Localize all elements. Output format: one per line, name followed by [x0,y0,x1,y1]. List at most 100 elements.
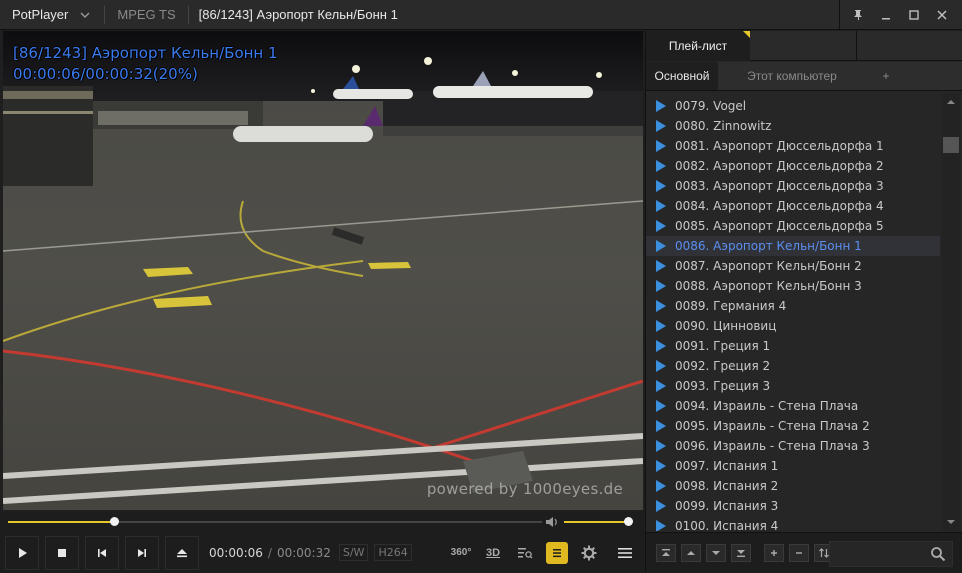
move-top-button[interactable] [656,544,676,562]
previous-button[interactable] [85,535,119,570]
plus-icon [771,550,777,556]
playlist-item-label: 0083. Аэропорт Дюссельдорфа 3 [675,179,884,193]
playlist-item[interactable]: 0082. Аэропорт Дюссельдорфа 2 [646,156,940,176]
playlist-item[interactable]: 0099. Испания 3 [646,496,940,516]
settings-button[interactable] [578,542,600,564]
add-tab-button[interactable]: + [866,62,906,90]
vr-360-button[interactable]: 360° [450,542,472,564]
menu-button[interactable] [614,542,636,564]
playlist-item[interactable]: 0090. Цинновиц [646,316,940,336]
window-title: [86/1243] Аэропорт Кельн/Бонн 1 [198,7,398,22]
play-icon [656,300,666,312]
play-icon [656,340,666,352]
playlist-scrollbar[interactable] [942,93,960,531]
eject-button[interactable] [165,535,199,570]
minimize-icon [882,18,890,20]
playlist-item[interactable]: 0087. Аэропорт Кельн/Бонн 2 [646,256,940,276]
playlist-item[interactable]: 0092. Греция 2 [646,356,940,376]
chapters-button[interactable] [514,542,536,564]
app-menu-button[interactable]: PotPlayer [0,0,100,30]
stop-button[interactable] [45,535,79,570]
playlist-item[interactable]: 0088. Аэропорт Кельн/Бонн 3 [646,276,940,296]
eject-icon [177,548,187,557]
search-input[interactable] [836,546,926,564]
playlist-item[interactable]: 0098. Испания 2 [646,476,940,496]
playlist-item-label: 0079. Vogel [675,99,747,113]
osd-time: 00:00:06/00:00:32(20%) [13,65,198,83]
tab-playlist[interactable]: Плей-лист [646,31,750,61]
play-icon [656,240,666,252]
video-area[interactable]: [86/1243] Аэропорт Кельн/Бонн 1 00:00:06… [3,31,643,510]
title-bar: PotPlayer MPEG TS [86/1243] Аэропорт Кел… [0,0,962,30]
chevron-down-icon [80,12,90,18]
scroll-down-icon[interactable] [946,517,956,527]
time-display[interactable]: 00:00:06 / 00:00:32 [209,546,331,560]
volume-icon[interactable] [545,516,559,528]
codec-badge[interactable]: H264 [374,544,412,561]
subtab-this-computer[interactable]: Этот компьютер [718,62,866,90]
vr-360-label: 360° [450,547,472,558]
playlist-item[interactable]: 0089. Германия 4 [646,296,940,316]
seek-handle[interactable] [110,517,120,526]
playlist-item[interactable]: 0096. Израиль - Стена Плача 3 [646,436,940,456]
playlist-item[interactable]: 0097. Испания 1 [646,456,940,476]
play-icon [656,520,666,531]
list-search-icon [518,547,533,558]
playlist-item[interactable]: 0094. Израиль - Стена Плача [646,396,940,416]
scroll-thumb[interactable] [943,137,959,153]
window-controls [839,0,962,30]
add-item-button[interactable] [764,544,784,562]
subtab-this-computer-label: Этот компьютер [747,69,837,83]
maximize-button[interactable] [902,0,926,30]
playlist-item-label: 0093. Греция 3 [675,379,771,393]
playlist-item[interactable]: 0080. Zinnowitz [646,116,940,136]
playlist-item-label: 0084. Аэропорт Дюссельдорфа 4 [675,199,884,213]
seek-slider[interactable] [8,517,542,526]
playlist-item[interactable]: 0079. Vogel [646,96,940,116]
volume-level [564,521,628,523]
playlist-item[interactable]: 0095. Израиль - Стена Плача 2 [646,416,940,436]
minus-icon [796,552,802,554]
scroll-up-icon[interactable] [946,97,956,107]
remove-item-button[interactable] [789,544,809,562]
title-separator [104,5,106,24]
video-frame [3,31,643,510]
playlist-item-label: 0085. Аэропорт Дюссельдорфа 5 [675,219,884,233]
playlist-item[interactable]: 0086. Аэропорт Кельн/Бонн 1 [646,236,940,256]
playlist-item[interactable]: 0100. Испания 4 [646,516,940,531]
move-bottom-button[interactable] [731,544,751,562]
volume-slider[interactable] [564,517,633,526]
playlist-item[interactable]: 0084. Аэропорт Дюссельдорфа 4 [646,196,940,216]
playlist-item-label: 0099. Испания 3 [675,499,779,513]
volume-handle[interactable] [623,517,633,526]
control-bar: 00:00:06 / 00:00:32 S/W H264 360° 3D [0,532,644,573]
previous-icon [98,548,106,557]
playlist-item[interactable]: 0081. Аэропорт Дюссельдорфа 1 [646,136,940,156]
play-button[interactable] [5,535,39,570]
playlist-items: 0079. Vogel 0080. Zinnowitz 0081. Аэропорт… [646,96,940,531]
play-icon [656,480,666,492]
3d-button[interactable]: 3D [482,542,504,564]
subtab-main[interactable]: Основной [646,62,718,90]
playlist-item[interactable]: 0093. Греция 3 [646,376,940,396]
playlist-item[interactable]: 0085. Аэропорт Дюссельдорфа 5 [646,216,940,236]
play-icon [656,100,666,112]
playlist-item-label: 0092. Греция 2 [675,359,771,373]
minimize-button[interactable] [874,0,898,30]
playlist-item-label: 0090. Цинновиц [675,319,777,333]
move-up-button[interactable] [681,544,701,562]
move-down-button[interactable] [706,544,726,562]
play-icon [656,140,666,152]
close-button[interactable] [930,0,954,30]
osd-title: [86/1243] Аэропорт Кельн/Бонн 1 [13,44,278,62]
decoder-badge[interactable]: S/W [338,544,369,561]
playlist-item[interactable]: 0083. Аэропорт Дюссельдорфа 3 [646,176,940,196]
playlist-item[interactable]: 0091. Греция 1 [646,336,940,356]
playlist-header: Плей-лист [646,31,962,61]
pin-button[interactable] [846,0,870,30]
next-button[interactable] [125,535,159,570]
search-icon[interactable] [930,546,946,562]
current-time: 00:00:06 [209,545,263,560]
playlist-item-label: 0096. Израиль - Стена Плача 3 [675,439,870,453]
playlist-toggle-button[interactable] [546,541,568,564]
